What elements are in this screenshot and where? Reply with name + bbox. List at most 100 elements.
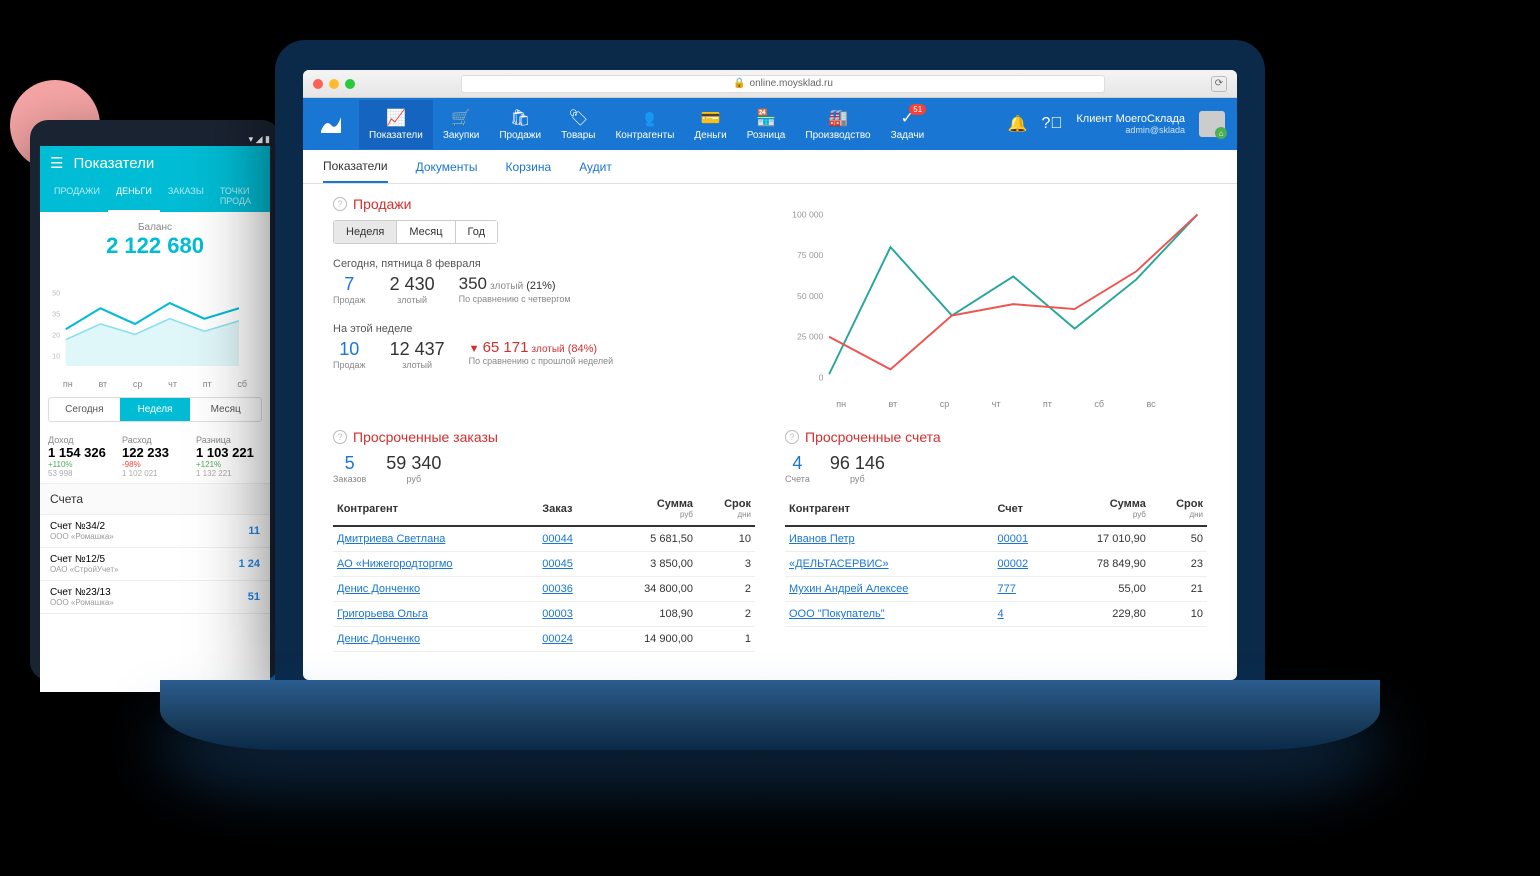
- nav-icon: 🏭: [805, 108, 870, 128]
- counterparty-link[interactable]: Григорьева Ольга: [337, 608, 428, 620]
- phone-range-month[interactable]: Месяц: [190, 398, 261, 421]
- nav-item-4[interactable]: 👥Контрагенты: [605, 100, 684, 149]
- nav-icon: 🛍: [499, 108, 541, 128]
- counterparty-link[interactable]: Иванов Петр: [789, 533, 855, 545]
- close-icon[interactable]: [313, 79, 323, 89]
- nav-icon: 👥: [615, 108, 674, 128]
- phone-tabs: ПРОДАЖИ ДЕНЬГИ ЗАКАЗЫ ТОЧКИ ПРОДА: [40, 180, 270, 212]
- period-year[interactable]: Год: [456, 221, 498, 243]
- doc-link[interactable]: 00044: [542, 533, 573, 545]
- phone-body: Баланс 2 122 680 50 35 20 10 пнвтср чтпт…: [40, 212, 270, 692]
- svg-text:75 000: 75 000: [797, 250, 824, 260]
- period-week[interactable]: Неделя: [334, 221, 397, 243]
- nav-item-7[interactable]: 🏭Производство: [795, 100, 880, 149]
- sales-panel: ? Продажи Неделя Месяц Год Сегодня, пятни…: [333, 196, 755, 409]
- help-icon[interactable]: ?: [785, 430, 799, 444]
- counterparty-link[interactable]: ООО "Покупатель": [789, 608, 885, 620]
- nav-icon: 📈: [369, 108, 423, 128]
- balance-label: Баланс: [50, 222, 260, 233]
- counterparty-link[interactable]: Денис Донченко: [337, 583, 420, 595]
- table-row: Мухин Андрей Алексее77755,0021: [785, 577, 1207, 602]
- subtab-indicators[interactable]: Показатели: [323, 151, 388, 183]
- nav-icon: 🏪: [747, 108, 786, 128]
- svg-text:10: 10: [52, 352, 60, 361]
- svg-text:35: 35: [52, 310, 60, 319]
- phone-tab-pos[interactable]: ТОЧКИ ПРОДА: [212, 180, 264, 212]
- help-icon[interactable]: ?⃝: [1041, 115, 1062, 133]
- phone-tab-orders[interactable]: ЗАКАЗЫ: [160, 180, 212, 212]
- help-icon[interactable]: ?: [333, 197, 347, 211]
- doc-link[interactable]: 00024: [542, 633, 573, 645]
- top-nav: 📈Показатели🛒Закупки🛍Продажи🏷Товары👥Контр…: [303, 98, 1237, 150]
- phone-account-row[interactable]: Счет №12/5ОАО «СтройУчет»1 24: [40, 548, 270, 581]
- period-selector: Неделя Месяц Год: [333, 220, 498, 244]
- avatar[interactable]: ⌂: [1199, 111, 1225, 137]
- phone-account-row[interactable]: Счет №34/2ООО «Ромашка»11: [40, 515, 270, 548]
- help-icon[interactable]: ?: [333, 430, 347, 444]
- table-row: ООО "Покупатель"4229,8010: [785, 602, 1207, 627]
- badge: 51: [909, 104, 926, 115]
- table-row: Иванов Петр0000117 010,9050: [785, 526, 1207, 552]
- invoices-table: КонтрагентСчетСуммарубСрокдниИванов Петр…: [785, 492, 1207, 627]
- nav-item-3[interactable]: 🏷Товары: [551, 100, 605, 149]
- phone-accounts-heading: Счета: [40, 483, 270, 515]
- phone-tab-sales[interactable]: ПРОДАЖИ: [46, 180, 108, 212]
- counterparty-link[interactable]: «ДЕЛЬТАСЕРВИС»: [789, 558, 889, 570]
- phone-account-row[interactable]: Счет №23/13ООО «Ромашка»51: [40, 581, 270, 614]
- table-row: АО «Нижегородторгмо000453 850,003: [333, 552, 755, 577]
- table-row: Денис Донченко0002414 900,001: [333, 627, 755, 652]
- doc-link[interactable]: 4: [998, 608, 1004, 620]
- browser-chrome: 🔒 online.moysklad.ru ⟳: [303, 70, 1237, 98]
- nav-icon: 🏷: [561, 108, 595, 128]
- main-content: ? Продажи Неделя Месяц Год Сегодня, пятни…: [303, 184, 1237, 680]
- doc-link[interactable]: 00002: [998, 558, 1029, 570]
- status-indicator-icon: ⌂: [1215, 127, 1227, 139]
- sub-tabs: Показатели Документы Корзина Аудит: [303, 150, 1237, 184]
- nav-item-2[interactable]: 🛍Продажи: [489, 100, 551, 149]
- doc-link[interactable]: 00001: [998, 533, 1029, 545]
- nav-item-6[interactable]: 🏪Розница: [737, 100, 796, 149]
- logo-icon[interactable]: [311, 104, 351, 144]
- bell-icon[interactable]: 🔔: [1008, 114, 1028, 134]
- today-label: Сегодня, пятница 8 февраля: [333, 258, 755, 270]
- counterparty-link[interactable]: Денис Донченко: [337, 633, 420, 645]
- table-row: «ДЕЛЬТАСЕРВИС»0000278 849,9023: [785, 552, 1207, 577]
- phone-header: ☰ Показатели: [40, 146, 270, 180]
- balance-value: 2 122 680: [50, 233, 260, 259]
- svg-text:50 000: 50 000: [797, 291, 824, 301]
- url-bar[interactable]: 🔒 online.moysklad.ru: [461, 75, 1105, 93]
- phone-kpi: Разница1 103 221+121%1 132 221: [196, 435, 262, 478]
- subtab-documents[interactable]: Документы: [416, 152, 478, 182]
- phone-mockup: ▾ ◢ ▮ ☰ Показатели ПРОДАЖИ ДЕНЬГИ ЗАКАЗЫ…: [30, 120, 280, 680]
- subtab-audit[interactable]: Аудит: [579, 152, 612, 182]
- user-block[interactable]: Клиент МоегоСклада admin@sklada: [1076, 113, 1185, 135]
- nav-item-5[interactable]: 💳Деньги: [684, 100, 736, 149]
- nav-item-1[interactable]: 🛒Закупки: [433, 100, 489, 149]
- minimize-icon[interactable]: [329, 79, 339, 89]
- phone-tab-money[interactable]: ДЕНЬГИ: [108, 180, 160, 212]
- overdue-invoices-panel: ?Просроченные счета 4Счета 96 146руб Кон…: [785, 429, 1207, 652]
- orders-table: КонтрагентЗаказСуммарубСрокдниДмитриева …: [333, 492, 755, 652]
- maximize-icon[interactable]: [345, 79, 355, 89]
- doc-link[interactable]: 00003: [542, 608, 573, 620]
- svg-text:25 000: 25 000: [797, 332, 824, 342]
- menu-icon[interactable]: ☰: [50, 154, 63, 172]
- sales-title: Продажи: [353, 196, 411, 212]
- phone-range-today[interactable]: Сегодня: [49, 398, 120, 421]
- period-month[interactable]: Месяц: [397, 221, 455, 243]
- table-row: Григорьева Ольга00003108,902: [333, 602, 755, 627]
- counterparty-link[interactable]: АО «Нижегородторгмо: [337, 558, 453, 570]
- doc-link[interactable]: 777: [998, 583, 1016, 595]
- doc-link[interactable]: 00045: [542, 558, 573, 570]
- counterparty-link[interactable]: Дмитриева Светлана: [337, 533, 445, 545]
- doc-link[interactable]: 00036: [542, 583, 573, 595]
- overdue-orders-panel: ?Просроченные заказы 5Заказов 59 340руб …: [333, 429, 755, 652]
- laptop-mockup: 🔒 online.moysklad.ru ⟳ 📈Показатели🛒Закуп…: [275, 40, 1265, 680]
- phone-range-week[interactable]: Неделя: [120, 398, 191, 421]
- counterparty-link[interactable]: Мухин Андрей Алексее: [789, 583, 908, 595]
- nav-item-0[interactable]: 📈Показатели: [359, 100, 433, 149]
- refresh-icon[interactable]: ⟳: [1211, 76, 1227, 92]
- subtab-trash[interactable]: Корзина: [505, 152, 551, 182]
- nav-item-8[interactable]: ✓Задачи51: [881, 100, 935, 149]
- svg-text:20: 20: [52, 331, 60, 340]
